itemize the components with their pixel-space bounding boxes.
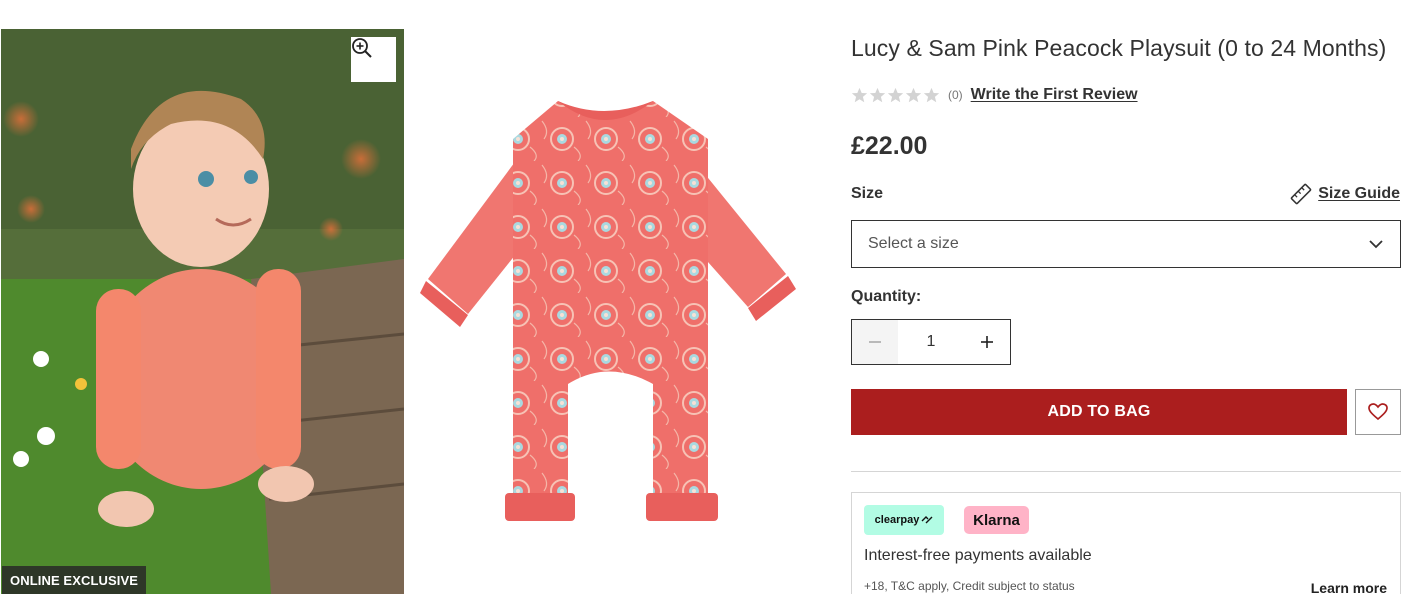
size-select-placeholder: Select a size bbox=[868, 235, 959, 252]
quantity-increase-button[interactable] bbox=[964, 320, 1010, 364]
star-empty-icon bbox=[905, 87, 922, 102]
quantity-label: Quantity: bbox=[851, 288, 922, 305]
size-guide-link[interactable]: Size Guide bbox=[1290, 183, 1400, 205]
product-price: £22.00 bbox=[851, 132, 928, 160]
add-to-bag-button[interactable]: ADD TO BAG bbox=[851, 389, 1347, 435]
size-select[interactable]: Select a size bbox=[851, 220, 1401, 268]
payment-terms: +18, T&C apply, Credit subject to status bbox=[864, 579, 1075, 593]
review-count: (0) bbox=[948, 88, 963, 102]
playsuit-photo bbox=[420, 101, 796, 521]
chevron-down-icon bbox=[1369, 240, 1383, 249]
zoom-in-icon bbox=[352, 38, 372, 58]
quantity-decrease-button[interactable] bbox=[852, 320, 898, 364]
payment-headline: Interest-free payments available bbox=[864, 547, 1092, 564]
heart-icon bbox=[1368, 403, 1388, 421]
online-exclusive-badge: ONLINE EXCLUSIVE bbox=[2, 566, 147, 594]
star-empty-icon bbox=[923, 87, 940, 102]
learn-more-link[interactable]: Learn more bbox=[1311, 580, 1387, 594]
ruler-icon bbox=[1290, 183, 1312, 205]
star-empty-icon bbox=[851, 87, 868, 102]
star-empty-icon bbox=[869, 87, 886, 102]
minus-icon bbox=[869, 341, 881, 343]
baby-photo bbox=[1, 29, 404, 594]
quantity-input[interactable]: 1 bbox=[898, 333, 964, 351]
product-image-secondary[interactable] bbox=[408, 29, 806, 594]
plus-icon bbox=[981, 336, 993, 348]
rating-stars bbox=[851, 87, 940, 104]
quantity-stepper: 1 bbox=[851, 319, 1011, 365]
product-title: Lucy & Sam Pink Peacock Playsuit (0 to 2… bbox=[851, 35, 1387, 61]
payment-options-panel: clearpay Klarna Interest-free payments a… bbox=[851, 492, 1401, 594]
divider bbox=[851, 471, 1401, 472]
size-guide-label: Size Guide bbox=[1318, 185, 1400, 202]
product-image-main[interactable]: ONLINE EXCLUSIVE bbox=[1, 29, 404, 594]
write-review-link[interactable]: Write the First Review bbox=[971, 86, 1138, 104]
size-label: Size bbox=[851, 185, 884, 202]
wishlist-button[interactable] bbox=[1355, 389, 1401, 435]
rating-row: (0) Write the First Review bbox=[851, 84, 1138, 106]
star-empty-icon bbox=[887, 87, 904, 102]
zoom-button[interactable] bbox=[351, 37, 396, 82]
clearpay-arrows-icon bbox=[921, 516, 933, 524]
clearpay-label: clearpay bbox=[874, 514, 920, 526]
clearpay-logo: clearpay bbox=[864, 505, 944, 535]
klarna-logo: Klarna bbox=[964, 506, 1029, 534]
